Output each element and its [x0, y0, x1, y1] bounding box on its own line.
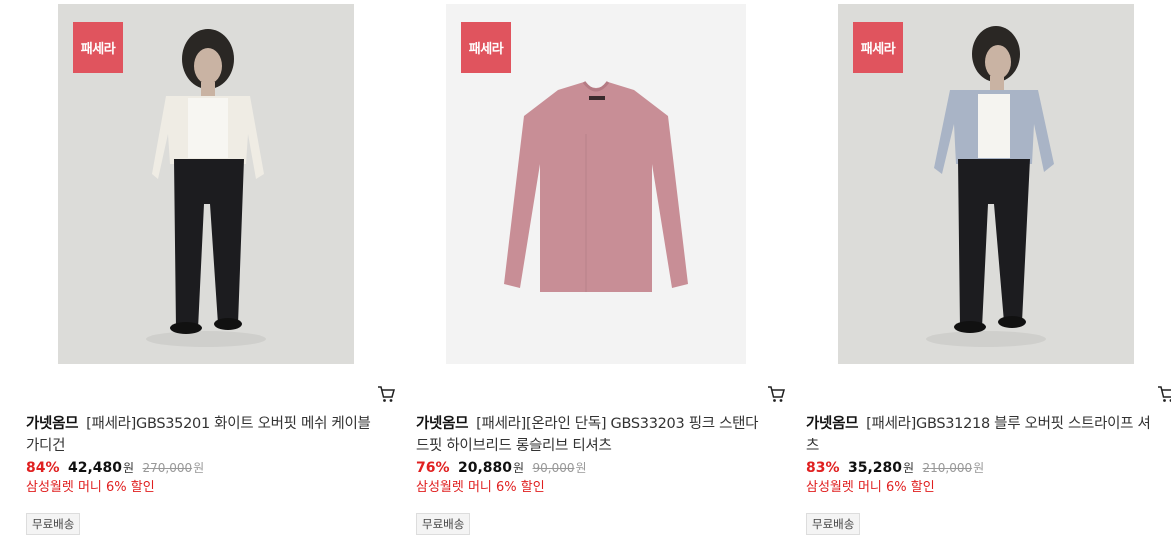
original-price: 90,000: [532, 461, 575, 475]
discount-rate: 84%: [26, 460, 60, 476]
product-card[interactable]: 패세라 가넷옴므 [패세라][온라인 단독] GBS33203 핑크 스탠다드핏 …: [416, 0, 786, 550]
pasera-badge: 패세라: [73, 22, 123, 73]
price-row: 83% 35,280원 210,000원: [806, 458, 1161, 478]
free-shipping-tag: 무료배송: [416, 513, 471, 535]
product-info: 가넷옴므 [패세라]GBS35201 화이트 오버핏 메쉬 케이블 가디건 84%…: [26, 413, 381, 535]
promo-text: 삼성월렛 머니 6% 할인: [416, 480, 545, 495]
discount-rate: 83%: [806, 460, 840, 476]
sale-price: 20,880: [457, 460, 512, 476]
price-unit: 원: [903, 461, 915, 475]
product-grid: 패세라 가넷옴므 [패세라]GBS35201 화이트 오버핏 메쉬 케이블 가디건…: [0, 0, 1171, 550]
product-image[interactable]: 패세라: [446, 4, 746, 364]
free-shipping-tag: 무료배송: [806, 513, 861, 535]
brand-name: 가넷옴므: [26, 416, 79, 432]
product-title[interactable]: 가넷옴므 [패세라]GBS31218 블루 오버핏 스트라이프 셔츠: [806, 413, 1161, 457]
product-info: 가넷옴므 [패세라][온라인 단독] GBS33203 핑크 스탠다드핏 하이브리…: [416, 413, 771, 535]
pasera-badge: 패세라: [853, 22, 903, 73]
brand-name: 가넷옴므: [806, 416, 859, 432]
product-card[interactable]: 패세라 가넷옴므 [패세라]GBS35201 화이트 오버핏 메쉬 케이블 가디건…: [26, 0, 396, 550]
product-title[interactable]: 가넷옴므 [패세라][온라인 단독] GBS33203 핑크 스탠다드핏 하이브리…: [416, 413, 771, 457]
price-row: 76% 20,880원 90,000원: [416, 458, 771, 478]
discount-rate: 76%: [416, 460, 450, 476]
free-shipping-tag: 무료배송: [26, 513, 81, 535]
add-to-cart-icon[interactable]: [1156, 384, 1171, 404]
price-unit: 원: [123, 461, 135, 475]
price-row: 84% 42,480원 270,000원: [26, 458, 381, 478]
sale-price: 42,480: [67, 460, 122, 476]
add-to-cart-icon[interactable]: [766, 384, 786, 404]
product-title[interactable]: 가넷옴므 [패세라]GBS35201 화이트 오버핏 메쉬 케이블 가디건: [26, 413, 381, 457]
brand-name: 가넷옴므: [416, 416, 469, 432]
original-price-unit: 원: [575, 461, 587, 475]
original-price-unit: 원: [193, 461, 205, 475]
promo-text: 삼성월렛 머니 6% 할인: [806, 480, 935, 495]
pasera-badge: 패세라: [461, 22, 511, 73]
product-image[interactable]: 패세라: [58, 4, 354, 364]
promo-text: 삼성월렛 머니 6% 할인: [26, 480, 155, 495]
sale-price: 35,280: [847, 460, 902, 476]
product-image[interactable]: 패세라: [838, 4, 1134, 364]
add-to-cart-icon[interactable]: [376, 384, 396, 404]
original-price: 210,000: [922, 461, 973, 475]
product-info: 가넷옴므 [패세라]GBS31218 블루 오버핏 스트라이프 셔츠 83% 35…: [806, 413, 1161, 535]
original-price: 270,000: [142, 461, 193, 475]
price-unit: 원: [513, 461, 525, 475]
original-price-unit: 원: [973, 461, 985, 475]
product-card[interactable]: 패세라 가넷옴므 [패세라]GBS31218 블루 오버핏 스트라이프 셔츠 83…: [806, 0, 1171, 550]
